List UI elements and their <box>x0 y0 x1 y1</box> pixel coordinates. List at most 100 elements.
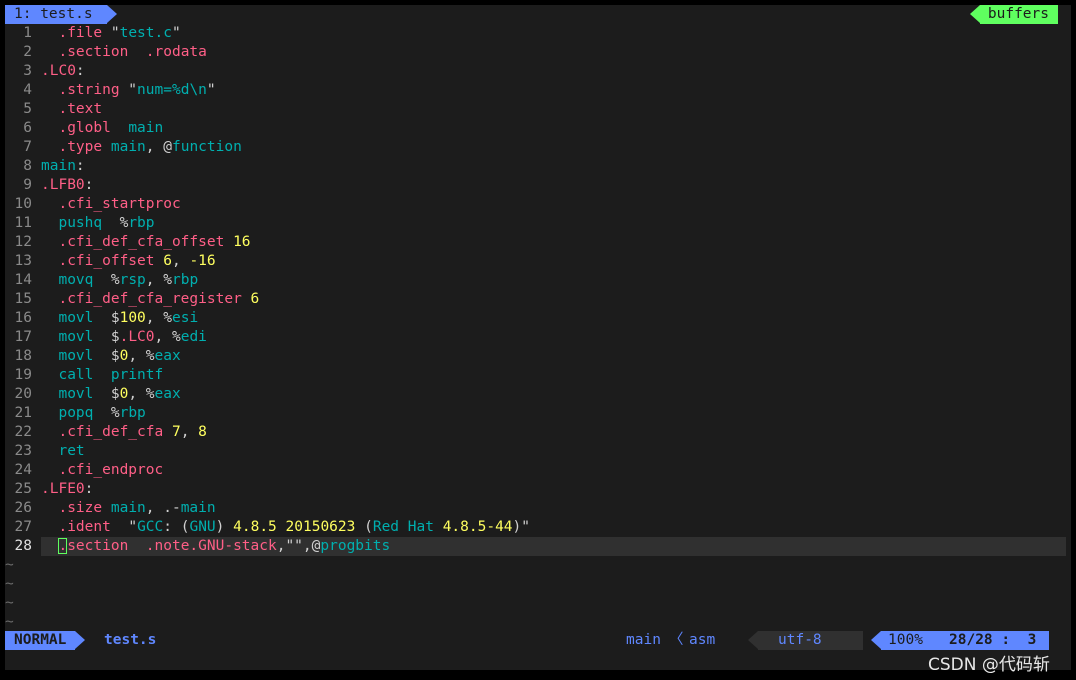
directive: .text <box>58 101 103 117</box>
number: 7 <box>171 424 181 440</box>
code-line[interactable]: 8 main: <box>5 157 1071 176</box>
status-percent: 100% <box>888 632 923 648</box>
colon: : <box>84 177 94 193</box>
code-line[interactable]: 3 .LC0: <box>5 62 1071 81</box>
code-line[interactable]: 5 .text <box>5 100 1071 119</box>
string-text: GCC <box>137 519 164 535</box>
number: 6 <box>250 291 260 307</box>
number: -16 <box>189 253 216 269</box>
string-text: Red Hat <box>372 519 434 535</box>
section-name: .note.GNU-stack <box>128 538 277 554</box>
instruction: call <box>58 367 94 383</box>
symbol: main <box>102 139 146 155</box>
line-number: 2 <box>23 44 32 60</box>
line-number: 19 <box>14 367 32 383</box>
label: .LFE0 <box>41 481 85 497</box>
line-number: 16 <box>14 310 32 326</box>
symbol: main <box>102 500 146 516</box>
register: esi <box>172 310 199 326</box>
code-line[interactable]: 21 popq %rbp <box>5 404 1071 423</box>
code-line[interactable]: 4 .string "num=%d\n" <box>5 81 1071 100</box>
code-line[interactable]: 11 pushq %rbp <box>5 214 1071 233</box>
code-line[interactable]: 1 .file "test.c" <box>5 24 1071 43</box>
line-number: 12 <box>14 234 32 250</box>
code-line[interactable]: 20 movl $0, %eax <box>5 385 1071 404</box>
immediate-prefix: $ <box>93 329 120 345</box>
symbol: main <box>110 120 164 136</box>
code-line[interactable]: 7 .type main, @function <box>5 138 1071 157</box>
chevron-left-icon: 〈 <box>669 632 684 648</box>
code-line[interactable]: 14 movq %rsp, %rbp <box>5 271 1071 290</box>
directive: .section <box>58 44 129 60</box>
code-line[interactable]: 25 .LFE0: <box>5 480 1071 499</box>
code-line[interactable]: 13 .cfi_offset 6, -16 <box>5 252 1071 271</box>
code-line[interactable]: 6 .globl main <box>5 119 1071 138</box>
code-line[interactable]: 19 call printf <box>5 366 1071 385</box>
directive: .globl <box>58 120 111 136</box>
instruction: movq <box>58 272 94 288</box>
code-line[interactable]: 18 movl $0, %eax <box>5 347 1071 366</box>
editor-buffer[interactable]: 1 .file "test.c" 2 .section .rodata 3 .LC… <box>5 24 1071 632</box>
number: 4.8.5 <box>233 519 277 535</box>
code-line[interactable]: 26 .size main, .-main <box>5 499 1071 518</box>
register: eax <box>154 348 181 364</box>
code-line[interactable]: 16 movl $100, %esi <box>5 309 1071 328</box>
instruction: movl <box>58 329 94 345</box>
directive: .cfi_def_cfa <box>58 424 164 440</box>
register: rbp <box>128 215 155 231</box>
line-number: 20 <box>14 386 32 402</box>
line-number: 18 <box>14 348 32 364</box>
line-number: 25 <box>14 481 32 497</box>
code-line[interactable]: 2 .section .rodata <box>5 43 1071 62</box>
line-number: 17 <box>14 329 32 345</box>
text-cursor: . <box>58 538 68 554</box>
instruction: movl <box>58 310 94 326</box>
code-line[interactable]: 27 .ident "GCC: (GNU) 4.8.5 20150623 (Re… <box>5 518 1071 537</box>
line-number: 1 <box>23 25 32 41</box>
string-text: GNU <box>189 519 216 535</box>
punctuation: ,"",@ <box>276 538 321 554</box>
string-text: test.c <box>119 25 172 41</box>
punctuation: , % <box>145 310 172 326</box>
punctuation: , <box>171 253 190 269</box>
line-number: 3 <box>23 63 32 79</box>
code-line[interactable]: 9 .LFB0: <box>5 176 1071 195</box>
directive: .ident <box>58 519 111 535</box>
line-number: 26 <box>14 500 32 516</box>
colon: : <box>75 63 85 79</box>
status-encoding: utf-8 <box>778 632 822 648</box>
string-text: ) <box>215 519 234 535</box>
status-filetype: asm <box>689 632 716 648</box>
code-line[interactable]: 24 .cfi_endproc <box>5 461 1071 480</box>
code-line-current[interactable]: 28 .section .note.GNU-stack,"",@progbits <box>5 537 1071 556</box>
punctuation: , @ <box>145 139 172 155</box>
mode-indicator: NORMAL <box>5 631 86 650</box>
escape-sequence: \n <box>189 82 207 98</box>
empty-line-marker: ~ <box>5 595 14 611</box>
code-line[interactable]: 12 .cfi_def_cfa_offset 16 <box>5 233 1071 252</box>
register: eax <box>154 386 181 402</box>
status-filename: test.s <box>104 632 157 648</box>
number: 4.8.5-44 <box>442 519 513 535</box>
directive: .cfi_def_cfa_register <box>58 291 242 307</box>
tab-test-s[interactable]: 1: test.s <box>5 5 117 24</box>
number: 100 <box>119 310 146 326</box>
code-line[interactable]: 10 .cfi_startproc <box>5 195 1071 214</box>
status-line-column: 28/28 : 3 <box>949 632 1037 648</box>
statusline: NORMAL test.s main 〈 asm utf-8 100% 28/2… <box>5 631 1071 650</box>
string-quote: " <box>206 82 216 98</box>
type-keyword: function <box>171 139 242 155</box>
directive: .file <box>58 25 103 41</box>
command-line[interactable] <box>5 650 1071 670</box>
code-line[interactable]: 17 movl $.LC0, %edi <box>5 328 1071 347</box>
code-line[interactable]: 22 .cfi_def_cfa 7, 8 <box>5 423 1071 442</box>
register-prefix: % <box>93 272 120 288</box>
string-quote: " <box>110 519 138 535</box>
watermark: CSDN @代码斩 <box>928 655 1050 675</box>
code-line[interactable]: 23 ret <box>5 442 1071 461</box>
code-line[interactable]: 15 .cfi_def_cfa_register 6 <box>5 290 1071 309</box>
line-number: 11 <box>14 215 32 231</box>
